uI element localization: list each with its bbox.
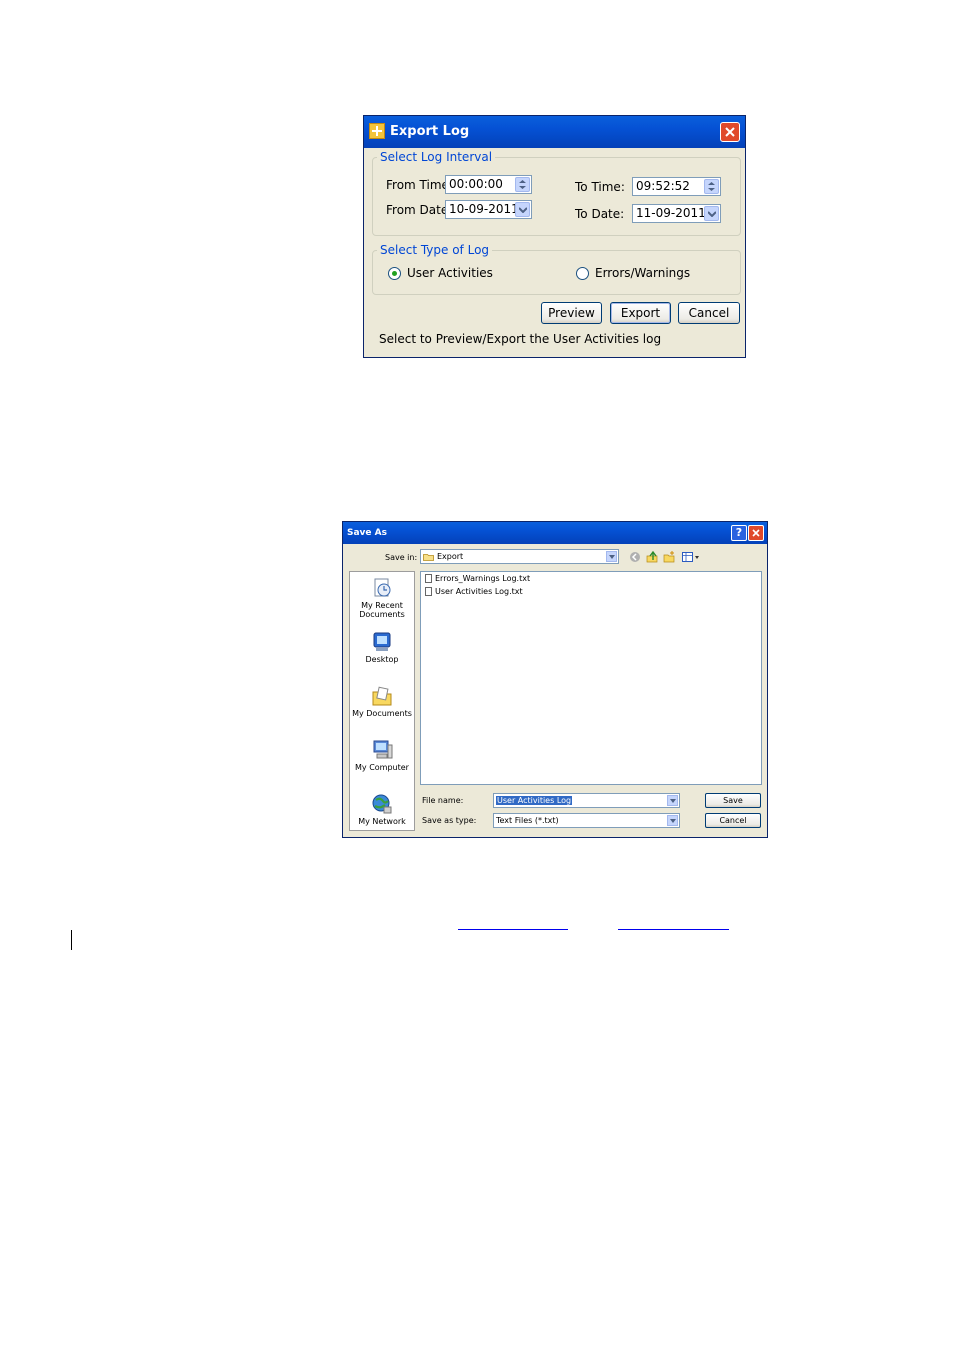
to-date-field[interactable]: 11-09-2011 <box>632 204 721 223</box>
file-item[interactable]: Errors_Warnings Log.txt <box>425 574 530 583</box>
back-icon[interactable] <box>629 551 641 563</box>
my-computer-icon <box>371 739 393 761</box>
chevron-down-icon <box>670 799 676 803</box>
file-list[interactable]: Errors_Warnings Log.txt User Activities … <box>420 571 762 785</box>
save-as-title-bar[interactable]: Save As ? <box>343 522 767 544</box>
app-icon <box>369 123 385 139</box>
to-time-label: To Time: <box>575 180 625 194</box>
to-time-value: 09:52:52 <box>636 179 690 193</box>
help-button[interactable]: ? <box>731 525 747 541</box>
spin-arrows-icon <box>708 182 715 191</box>
user-activities-label[interactable]: User Activities <box>407 266 493 280</box>
places-bar: My Recent Documents Desktop My Documents… <box>349 571 415 831</box>
help-icon: ? <box>735 526 743 539</box>
user-activities-radio[interactable] <box>388 267 401 280</box>
to-date-value: 11-09-2011 <box>636 206 706 220</box>
from-date-value: 10-09-2011 <box>449 202 519 216</box>
views-menu-icon[interactable] <box>682 551 700 563</box>
chevron-down-icon <box>708 211 716 217</box>
export-log-title: Export Log <box>390 124 470 139</box>
file-item[interactable]: User Activities Log.txt <box>425 587 523 596</box>
from-time-field[interactable]: 00:00:00 <box>445 175 532 194</box>
save-button-label: Save <box>723 796 743 805</box>
save-as-type-dropdown[interactable] <box>667 815 678 826</box>
file-name-label: File name: <box>422 796 464 805</box>
export-button-label: Export <box>620 306 661 320</box>
from-time-label: From Time: <box>386 178 453 192</box>
to-date-label: To Date: <box>575 207 625 221</box>
place-label: My Recent Documents <box>359 601 405 619</box>
close-icon <box>725 127 735 137</box>
my-network-icon <box>371 793 393 815</box>
log-type-legend: Select Type of Log <box>380 243 490 257</box>
cancel-button[interactable]: Cancel <box>678 302 740 324</box>
place-label: My Computer <box>355 763 409 772</box>
file-name-input[interactable]: User Activities Log <box>493 793 680 808</box>
place-desktop[interactable]: Desktop <box>350 631 414 664</box>
place-my-network[interactable]: My Network <box>350 793 414 826</box>
save-as-type-select[interactable]: Text Files (*.txt) <box>493 813 680 828</box>
link-underline[interactable] <box>618 929 729 930</box>
save-in-select[interactable]: Export <box>420 549 619 564</box>
chevron-down-icon <box>519 207 527 213</box>
text-file-icon <box>425 587 432 596</box>
from-date-dropdown[interactable] <box>515 202 530 217</box>
file-item-name: User Activities Log.txt <box>435 587 523 596</box>
place-my-computer[interactable]: My Computer <box>350 739 414 772</box>
text-file-icon <box>425 574 432 583</box>
place-label: Desktop <box>365 655 399 664</box>
save-as-title: Save As <box>347 528 387 538</box>
cancel-button-label: Cancel <box>688 306 730 320</box>
chevron-down-icon <box>609 555 615 559</box>
close-icon <box>752 529 760 537</box>
my-documents-icon <box>371 685 393 707</box>
save-as-type-value: Text Files (*.txt) <box>496 816 559 825</box>
save-in-label: Save in: <box>385 553 418 562</box>
file-name-value: User Activities Log <box>496 796 573 805</box>
cancel-button-label: Cancel <box>719 816 747 825</box>
save-as-dialog: Save As ? Save in: Export My Recent Docu… <box>342 521 768 838</box>
place-my-documents[interactable]: My Documents <box>350 685 414 718</box>
place-label: My Documents <box>352 709 412 718</box>
save-button[interactable]: Save <box>705 793 761 808</box>
preview-button-label: Preview <box>548 306 595 320</box>
spin-arrows-icon <box>519 180 526 189</box>
save-in-value: Export <box>437 552 464 561</box>
preview-button[interactable]: Preview <box>541 302 602 324</box>
desktop-icon <box>371 631 393 653</box>
place-label: My Network <box>358 817 406 826</box>
file-item-name: Errors_Warnings Log.txt <box>435 574 531 583</box>
cancel-button[interactable]: Cancel <box>705 813 761 828</box>
errors-warnings-label[interactable]: Errors/Warnings <box>595 266 690 280</box>
chevron-down-icon <box>670 819 676 823</box>
from-time-spinner[interactable] <box>515 177 530 192</box>
change-bar <box>71 930 72 950</box>
status-text: Select to Preview/Export the User Activi… <box>379 332 662 346</box>
save-as-type-label: Save as type: <box>422 816 477 825</box>
recent-documents-icon <box>371 577 393 599</box>
from-time-value: 00:00:00 <box>449 177 503 191</box>
from-date-field[interactable]: 10-09-2011 <box>445 200 532 219</box>
close-button[interactable] <box>720 122 740 142</box>
save-in-dropdown[interactable] <box>606 551 617 562</box>
log-interval-legend: Select Log Interval <box>380 150 493 164</box>
export-log-dialog: Export Log Select Log Interval From Time… <box>363 115 746 358</box>
close-button[interactable] <box>748 525 764 541</box>
folder-icon <box>423 553 434 561</box>
new-folder-icon[interactable] <box>663 551 675 563</box>
from-date-label: From Date: <box>386 203 453 217</box>
link-underline[interactable] <box>458 929 568 930</box>
file-name-dropdown[interactable] <box>667 795 678 806</box>
export-log-title-bar[interactable]: Export Log <box>364 116 745 148</box>
to-date-dropdown[interactable] <box>704 206 719 221</box>
export-button[interactable]: Export <box>610 302 671 324</box>
place-recent-documents[interactable]: My Recent Documents <box>350 577 414 619</box>
to-time-spinner[interactable] <box>704 179 719 194</box>
to-time-field[interactable]: 09:52:52 <box>632 177 721 196</box>
errors-warnings-radio[interactable] <box>576 267 589 280</box>
up-folder-icon[interactable] <box>646 551 658 563</box>
